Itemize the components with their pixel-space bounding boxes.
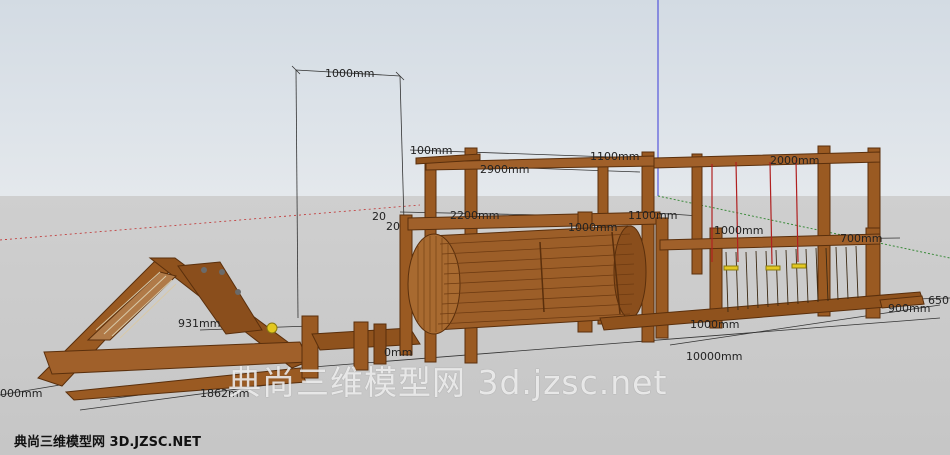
dim-label-4: 2900mm (480, 163, 530, 176)
dim-label-15: 000mm (0, 387, 43, 400)
watermark-corner: 典尚三维模型网 3D.JZSC.NET (14, 435, 202, 450)
dim-label-17: 20 (386, 220, 400, 233)
dim-label-8: 1000mm (714, 224, 764, 237)
dim-label-12: 10000mm (686, 350, 743, 363)
dim-label-1: 1000mm (325, 67, 375, 80)
dim-label-13: 931mm (178, 317, 221, 330)
dim-label-11: 1000mm (690, 318, 740, 331)
dim-label-2: 100mm (410, 144, 453, 157)
dim-label-16: 900mm (888, 302, 931, 315)
dim-label-5: 2200mm (450, 209, 500, 222)
red-axis-dotted (0, 204, 421, 241)
dim-label-9: 700mm (840, 232, 883, 245)
sketchup-viewport[interactable]: 1000mm 100mm 1100mm 2900mm 2200mm 1100mm… (0, 0, 950, 455)
dim-label-18: 20 (372, 210, 386, 223)
watermark-main: 典尚三维模型网 3d.jzsc.net (228, 363, 668, 402)
dim-label-10: 2000mm (770, 154, 820, 167)
dim-label-7: 1000mm (568, 221, 618, 234)
dim-label-3: 1100mm (590, 150, 640, 163)
dim-label-19: 650 (928, 294, 949, 307)
dim-label-6: 1100mm (628, 209, 678, 222)
